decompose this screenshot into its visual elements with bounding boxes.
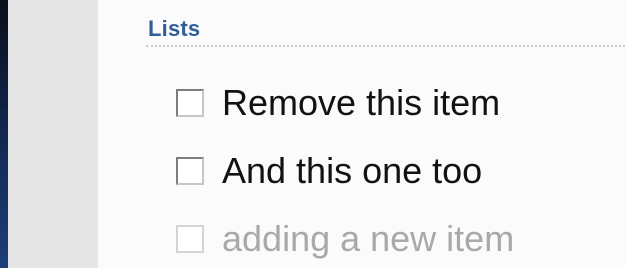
sidebar-gutter bbox=[8, 0, 98, 268]
checkbox[interactable] bbox=[176, 157, 204, 185]
section-title: Lists bbox=[148, 16, 201, 41]
list-item[interactable]: Remove this item bbox=[176, 78, 514, 128]
app-window: Lists Remove this item And this one too … bbox=[8, 0, 625, 268]
list-item[interactable]: And this one too bbox=[176, 146, 514, 196]
section-divider bbox=[146, 45, 625, 47]
checkbox[interactable] bbox=[176, 89, 204, 117]
lists-panel: Lists Remove this item And this one too … bbox=[98, 0, 625, 268]
new-item-row[interactable]: adding a new item bbox=[176, 214, 514, 264]
new-item-input[interactable]: adding a new item bbox=[222, 218, 514, 260]
checklist: Remove this item And this one too adding… bbox=[176, 78, 514, 264]
checkbox[interactable] bbox=[176, 225, 204, 253]
list-item-label: Remove this item bbox=[222, 82, 501, 123]
list-item-label: And this one too bbox=[222, 150, 483, 191]
desktop-background-strip bbox=[0, 0, 8, 268]
